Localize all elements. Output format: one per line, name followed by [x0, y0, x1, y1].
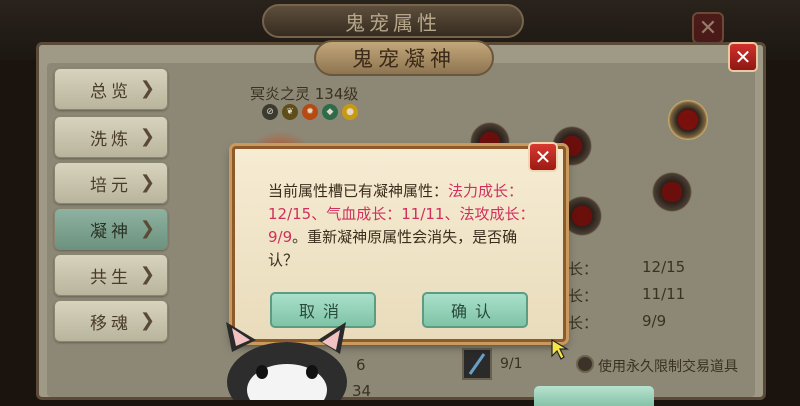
stat-value: 6	[356, 356, 366, 374]
chevron-right-icon: ❯	[139, 126, 159, 147]
tab-transfer-soul[interactable]: 移魂 ❯	[54, 300, 168, 342]
attribute-slot[interactable]	[562, 196, 602, 236]
confirm-button[interactable]: 确认	[422, 292, 528, 328]
attribute-label: 长：	[568, 260, 599, 278]
tab-label: 总览	[90, 81, 132, 102]
tab-cultivate[interactable]: 培元 ❯	[54, 162, 168, 204]
item-count: 9/1	[500, 356, 523, 372]
dialog-text-prefix: 当前属性槽已有凝神属性：	[268, 182, 449, 200]
tab-label: 凝神	[90, 221, 132, 242]
window-title: 鬼宠凝神	[314, 40, 494, 76]
tab-condense[interactable]: 凝神 ❯	[54, 208, 168, 250]
leaf-icon: ❦	[282, 104, 298, 120]
chevron-right-icon: ❯	[139, 264, 159, 285]
drop-icon: ◆	[322, 104, 338, 120]
stat-value: 34	[352, 382, 372, 400]
attribute-slot-selected[interactable]	[668, 100, 708, 140]
dialog-text-suffix: 。重新凝神原属性会消失，是否确认？	[268, 228, 518, 269]
permanent-item-radio[interactable]	[576, 355, 594, 373]
attribute-label: 长：	[568, 287, 599, 305]
tab-label: 共生	[90, 267, 132, 288]
attribute-value: 11/11	[642, 285, 686, 303]
tab-label: 移魂	[90, 313, 132, 334]
pointer-cursor-icon	[551, 338, 570, 360]
permanent-item-label: 使用永久限制交易道具	[598, 359, 738, 375]
dialog-message: 当前属性槽已有凝神属性：法力成长：12/15、气血成长：11/11、法攻成长：9…	[268, 180, 540, 272]
condense-button[interactable]	[534, 386, 654, 406]
window-close-button[interactable]: ✕	[728, 42, 758, 72]
tab-label: 培元	[90, 175, 132, 196]
chevron-right-icon: ❯	[139, 218, 159, 239]
tab-symbiosis[interactable]: 共生 ❯	[54, 254, 168, 296]
background-close-button[interactable]: ✕	[692, 12, 724, 44]
background-window-title: 鬼宠属性	[262, 4, 524, 38]
coin-icon: ●	[342, 104, 358, 120]
fire-icon: ✹	[302, 104, 318, 120]
attribute-value: 12/15	[642, 258, 686, 276]
chevron-right-icon: ❯	[139, 172, 159, 193]
attribute-label: 长：	[568, 314, 599, 332]
attribute-slot[interactable]	[652, 172, 692, 212]
tab-refine[interactable]: 洗炼 ❯	[54, 116, 168, 158]
dialog-close-button[interactable]: ✕	[528, 142, 558, 172]
tab-overview[interactable]: 总览 ❯	[54, 68, 168, 110]
chevron-right-icon: ❯	[139, 310, 159, 331]
mute-icon: ⊘	[262, 104, 278, 120]
pet-name-level: 冥炎之灵 134级	[250, 85, 359, 103]
pet-badges: ⊘ ❦ ✹ ◆ ●	[262, 104, 358, 120]
sword-icon[interactable]	[462, 348, 492, 380]
chevron-right-icon: ❯	[139, 78, 159, 99]
husky-mascot	[226, 322, 347, 400]
attribute-value: 9/9	[642, 312, 667, 330]
tab-label: 洗炼	[90, 129, 132, 150]
